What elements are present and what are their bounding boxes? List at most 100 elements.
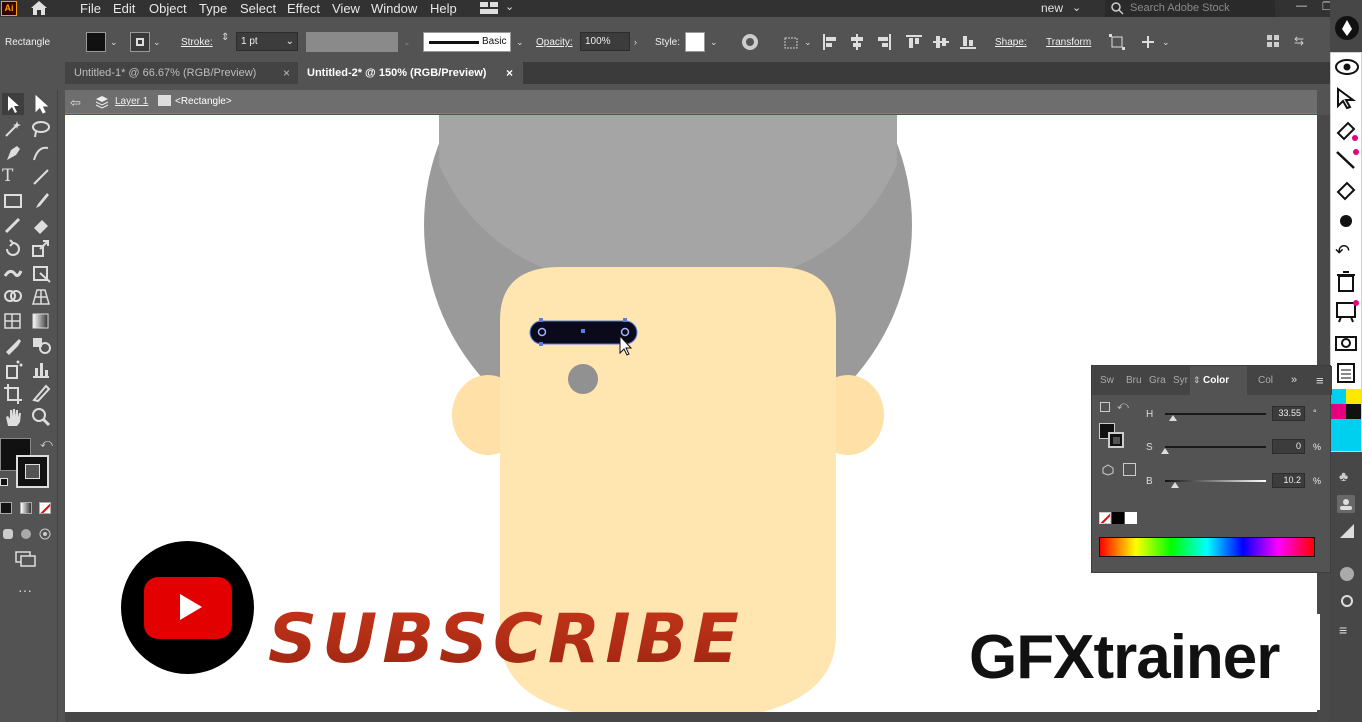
rotate-icon[interactable] (2, 238, 24, 260)
menu-edit[interactable]: Edit (113, 1, 135, 16)
align-center-icon[interactable] (849, 34, 865, 53)
line-tool-icon[interactable] (1334, 148, 1360, 175)
breadcrumb-layer[interactable]: Layer 1 (115, 96, 148, 107)
white-color-icon[interactable] (1125, 512, 1137, 524)
tab-color[interactable]: ⇕ Color (1190, 366, 1247, 395)
none-mode-icon[interactable] (39, 502, 51, 514)
graphic-style-swatch[interactable] (685, 32, 705, 52)
tab-symbols[interactable]: Syr (1173, 375, 1188, 386)
stroke-swatch[interactable] (130, 32, 150, 52)
chevron-down-icon[interactable]: ⌄ (1162, 37, 1170, 48)
cursor-arrow-icon[interactable] (1334, 86, 1359, 112)
warp-icon[interactable] (2, 262, 24, 284)
stroke-label[interactable]: Stroke: (181, 37, 213, 48)
shaper-icon[interactable] (2, 214, 24, 236)
chevron-down-icon[interactable]: ⌄ (110, 37, 118, 48)
workspace-name[interactable]: new (1041, 1, 1063, 15)
align-middle-icon[interactable] (933, 34, 949, 53)
free-transform-icon[interactable] (30, 262, 52, 284)
draw-behind-icon[interactable] (20, 528, 32, 543)
menu-view[interactable]: View (332, 1, 360, 16)
color-mode-icon[interactable] (0, 502, 12, 514)
draw-normal-icon[interactable] (2, 528, 14, 543)
color-spectrum[interactable] (1099, 537, 1315, 557)
panel-stroke-swatch[interactable] (1108, 432, 1124, 448)
screen-mode-icon[interactable] (15, 551, 37, 570)
tab-untitled-1[interactable]: Untitled-1* @ 66.67% (RGB/Preview) × (65, 62, 298, 84)
perspective-grid-icon[interactable] (30, 286, 52, 308)
selection-tool[interactable] (2, 93, 24, 115)
rectangle-icon[interactable] (2, 190, 24, 212)
tab-color-guide[interactable]: Col (1258, 375, 1273, 386)
workspace-switcher-icon[interactable] (480, 2, 498, 17)
gradient-panel-icon[interactable] (1339, 523, 1355, 542)
artboard-icon[interactable] (2, 382, 24, 404)
recolor-artwork-icon[interactable] (741, 33, 759, 54)
gradient-icon[interactable] (30, 310, 52, 332)
hue-slider-thumb[interactable] (1169, 415, 1178, 421)
tab-swatches[interactable]: Sw (1100, 375, 1114, 386)
expand-panels-icon[interactable]: » (1291, 374, 1297, 386)
isolate-icon[interactable] (1109, 34, 1125, 53)
line-icon[interactable] (30, 166, 52, 188)
eraser-icon[interactable] (30, 214, 52, 236)
brightness-slider-thumb[interactable] (1171, 482, 1180, 488)
variable-width-profile[interactable] (306, 32, 398, 52)
libraries-icon[interactable] (1337, 495, 1355, 513)
default-colors-icon[interactable] (0, 478, 8, 486)
panel-menu-icon[interactable]: ≡ (1316, 373, 1324, 388)
opacity-field[interactable]: 100% (580, 32, 630, 51)
stock-search-input[interactable]: Search Adobe Stock (1105, 0, 1275, 17)
menu-lines-icon[interactable]: ≡ (1339, 622, 1347, 638)
scale-icon[interactable] (30, 238, 52, 260)
close-icon[interactable]: × (283, 62, 290, 84)
highlighter-icon[interactable] (1334, 119, 1358, 146)
minimize-icon[interactable]: — (1296, 0, 1307, 12)
camera-icon[interactable] (1335, 333, 1357, 354)
eyedropper-icon[interactable] (2, 334, 24, 356)
magic-wand-icon[interactable] (2, 118, 24, 140)
shape-builder-icon[interactable] (2, 286, 24, 308)
web-safe-icon[interactable] (1123, 463, 1136, 476)
align-to-icon[interactable] (783, 35, 805, 54)
default-fill-stroke-icon[interactable] (1100, 402, 1110, 412)
paintbrush-icon[interactable] (30, 190, 52, 212)
lasso-icon[interactable] (30, 118, 52, 140)
align-bottom-icon[interactable] (960, 34, 976, 53)
panel-toggle-icon[interactable]: ⇆ (1294, 34, 1304, 48)
chevron-down-icon[interactable]: ⌄ (153, 37, 161, 48)
menu-select[interactable]: Select (240, 1, 276, 16)
curvature-icon[interactable] (30, 142, 52, 164)
align-top-icon[interactable] (906, 34, 922, 53)
home-icon[interactable] (30, 0, 48, 19)
type-icon[interactable]: T (2, 166, 24, 188)
dot-icon[interactable] (1340, 215, 1352, 227)
puppet-warp-icon[interactable] (1140, 34, 1156, 53)
chevron-down-icon[interactable]: ⌄ (804, 37, 812, 48)
stepper-icon[interactable]: ⇕ (221, 32, 229, 43)
arrange-docs-icon[interactable] (1267, 35, 1281, 52)
saturation-slider-thumb[interactable] (1161, 448, 1169, 454)
color-black[interactable] (1346, 404, 1361, 419)
chevron-down-icon[interactable]: ⌄ (1072, 1, 1081, 14)
symbol-sprayer-icon[interactable] (2, 358, 24, 380)
trash-icon[interactable] (1336, 271, 1356, 296)
draw-inside-icon[interactable] (39, 528, 51, 543)
stroke-weight-field[interactable]: 1 pt ⌄ (236, 32, 298, 51)
color-magenta[interactable] (1331, 404, 1346, 419)
menu-file[interactable]: File (80, 1, 101, 16)
none-color-icon[interactable] (1099, 512, 1111, 524)
color-cyan[interactable] (1331, 389, 1346, 404)
zoom-icon[interactable] (30, 406, 52, 428)
chevron-down-icon[interactable]: ⌄ (505, 0, 514, 13)
selected-color[interactable] (1331, 419, 1361, 451)
opacity-label[interactable]: Opacity: (536, 37, 573, 48)
color-yellow[interactable] (1346, 389, 1361, 404)
black-color-icon[interactable] (1112, 512, 1124, 524)
menu-type[interactable]: Type (199, 1, 227, 16)
menu-effect[interactable]: Effect (287, 1, 320, 16)
align-left-icon[interactable] (822, 34, 838, 53)
more-tools-icon[interactable]: ··· (18, 582, 32, 598)
tab-brushes[interactable]: Bru (1126, 375, 1142, 386)
menu-window[interactable]: Window (371, 1, 417, 16)
